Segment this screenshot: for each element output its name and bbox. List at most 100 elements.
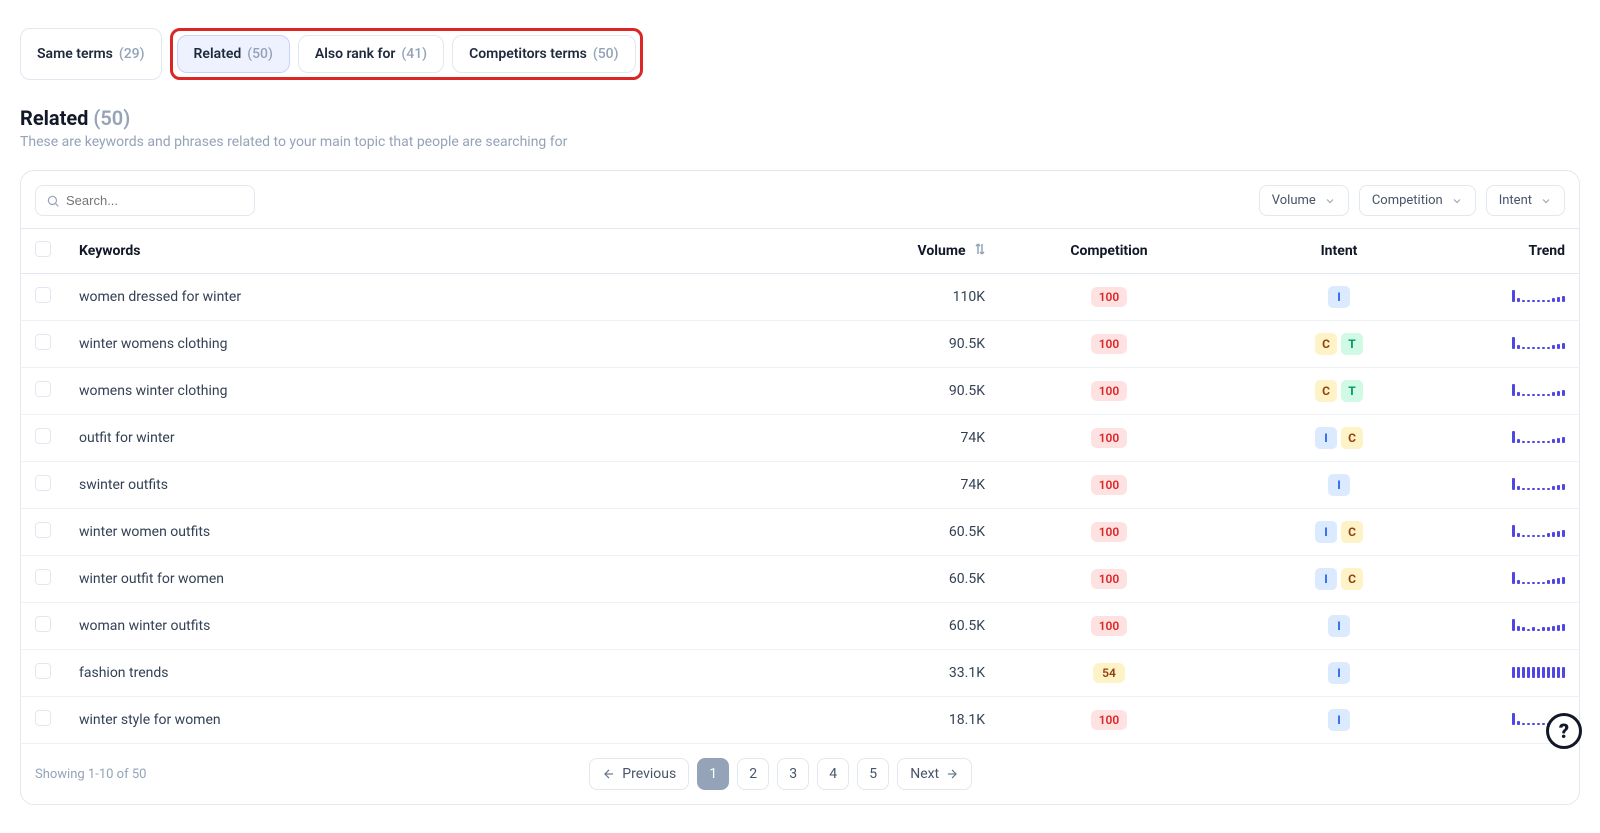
table-row: winter style for women18.1K100I bbox=[21, 697, 1579, 744]
help-button[interactable]: ? bbox=[1546, 713, 1582, 749]
tab-label: Related bbox=[194, 46, 242, 62]
section-title: Related (50) bbox=[20, 106, 1580, 130]
cell-competition: 100 bbox=[999, 368, 1219, 415]
arrow-left-icon bbox=[602, 767, 616, 781]
cell-keyword: womens winter clothing bbox=[65, 368, 849, 415]
cell-intent: IC bbox=[1219, 556, 1459, 603]
table-row: fashion trends33.1K54I bbox=[21, 650, 1579, 697]
competition-badge: 100 bbox=[1091, 287, 1128, 307]
cell-keyword: outfit for winter bbox=[65, 415, 849, 462]
table-body: women dressed for winter110K100Iwinter w… bbox=[21, 274, 1579, 744]
section-title-count: (50) bbox=[93, 106, 130, 130]
page-2[interactable]: 2 bbox=[737, 758, 769, 790]
competition-badge: 100 bbox=[1091, 381, 1128, 401]
cell-trend bbox=[1459, 274, 1579, 321]
section-header: Related (50) These are keywords and phra… bbox=[20, 106, 1580, 150]
cell-trend bbox=[1459, 650, 1579, 697]
cell-competition: 100 bbox=[999, 415, 1219, 462]
search-box[interactable] bbox=[35, 185, 255, 216]
cell-keyword: winter womens clothing bbox=[65, 321, 849, 368]
intent-badge: I bbox=[1315, 521, 1337, 543]
cell-keyword: swinter outfits bbox=[65, 462, 849, 509]
section-description: These are keywords and phrases related t… bbox=[20, 134, 1580, 150]
row-checkbox[interactable] bbox=[35, 522, 51, 538]
cell-keyword: fashion trends bbox=[65, 650, 849, 697]
competition-badge: 100 bbox=[1091, 475, 1128, 495]
table-row: swinter outfits74K 100 I bbox=[21, 462, 1579, 509]
next-button[interactable]: Next bbox=[897, 758, 972, 790]
prev-button[interactable]: Previous bbox=[589, 758, 689, 790]
row-checkbox[interactable] bbox=[35, 710, 51, 726]
intent-badge: I bbox=[1328, 709, 1350, 731]
trend-sparkline bbox=[1512, 617, 1565, 631]
keywords-table: Keywords Volume Competition Intent Trend… bbox=[21, 228, 1579, 744]
select-all-checkbox[interactable] bbox=[35, 241, 51, 257]
trend-sparkline bbox=[1512, 570, 1565, 584]
tab-label: Competitors terms bbox=[469, 46, 587, 62]
chevron-down-icon bbox=[1324, 195, 1336, 207]
filter-competition[interactable]: Competition bbox=[1359, 185, 1476, 216]
cell-intent: CT bbox=[1219, 368, 1459, 415]
highlight-box: Related(50)Also rank for(41)Competitors … bbox=[170, 28, 643, 80]
tab-related[interactable]: Related(50) bbox=[177, 35, 290, 73]
intent-badge: C bbox=[1315, 380, 1337, 402]
page-3[interactable]: 3 bbox=[777, 758, 809, 790]
intent-badge: I bbox=[1328, 474, 1350, 496]
cell-volume: 110K bbox=[849, 274, 999, 321]
trend-sparkline bbox=[1512, 335, 1565, 349]
col-trend[interactable]: Trend bbox=[1459, 229, 1579, 274]
next-label: Next bbox=[910, 766, 939, 782]
trend-sparkline bbox=[1512, 382, 1565, 396]
cell-volume: 60.5K bbox=[849, 556, 999, 603]
cell-trend bbox=[1459, 321, 1579, 368]
row-checkbox[interactable] bbox=[35, 475, 51, 491]
cell-trend bbox=[1459, 462, 1579, 509]
intent-badge: I bbox=[1328, 286, 1350, 308]
pagination: Previous12345 Next bbox=[589, 758, 972, 790]
tab-also-rank-for[interactable]: Also rank for(41) bbox=[298, 35, 444, 73]
col-keywords-label: Keywords bbox=[79, 243, 141, 259]
page-4[interactable]: 4 bbox=[817, 758, 849, 790]
tab-competitors-terms[interactable]: Competitors terms(50) bbox=[452, 35, 635, 73]
chevron-down-icon bbox=[1540, 195, 1552, 207]
search-icon bbox=[46, 194, 60, 208]
row-checkbox[interactable] bbox=[35, 334, 51, 350]
help-icon: ? bbox=[1559, 719, 1569, 743]
row-checkbox[interactable] bbox=[35, 616, 51, 632]
competition-badge: 54 bbox=[1093, 663, 1125, 683]
filter-intent[interactable]: Intent bbox=[1486, 185, 1565, 216]
table-row: winter women outfits60.5K100IC bbox=[21, 509, 1579, 556]
col-keywords[interactable]: Keywords bbox=[65, 229, 849, 274]
cell-volume: 33.1K bbox=[849, 650, 999, 697]
competition-badge: 100 bbox=[1091, 710, 1128, 730]
cell-volume: 60.5K bbox=[849, 509, 999, 556]
intent-badge: C bbox=[1341, 427, 1363, 449]
col-intent[interactable]: Intent bbox=[1219, 229, 1459, 274]
trend-sparkline bbox=[1512, 288, 1565, 302]
filter-volume[interactable]: Volume bbox=[1259, 185, 1349, 216]
search-input[interactable] bbox=[66, 193, 244, 208]
row-checkbox[interactable] bbox=[35, 381, 51, 397]
competition-badge: 100 bbox=[1091, 569, 1128, 589]
page-5[interactable]: 5 bbox=[857, 758, 889, 790]
cell-volume: 60.5K bbox=[849, 603, 999, 650]
cell-intent: I bbox=[1219, 274, 1459, 321]
cell-volume: 90.5K bbox=[849, 321, 999, 368]
page-1[interactable]: 1 bbox=[697, 758, 729, 790]
tab-same-terms[interactable]: Same terms(29) bbox=[20, 28, 162, 80]
row-checkbox[interactable] bbox=[35, 428, 51, 444]
row-checkbox[interactable] bbox=[35, 569, 51, 585]
row-checkbox[interactable] bbox=[35, 287, 51, 303]
cell-volume: 90.5K bbox=[849, 368, 999, 415]
col-trend-label: Trend bbox=[1529, 243, 1566, 259]
intent-badge: T bbox=[1341, 333, 1363, 355]
cell-volume: 74K bbox=[849, 462, 999, 509]
cell-competition: 100 bbox=[999, 697, 1219, 744]
table-row: woman winter outfits60.5K100I bbox=[21, 603, 1579, 650]
col-competition[interactable]: Competition bbox=[999, 229, 1219, 274]
col-volume[interactable]: Volume bbox=[849, 229, 999, 274]
row-checkbox[interactable] bbox=[35, 663, 51, 679]
arrow-right-icon bbox=[945, 767, 959, 781]
table-row: outfit for winter74K100IC bbox=[21, 415, 1579, 462]
tab-count: (29) bbox=[119, 46, 145, 62]
